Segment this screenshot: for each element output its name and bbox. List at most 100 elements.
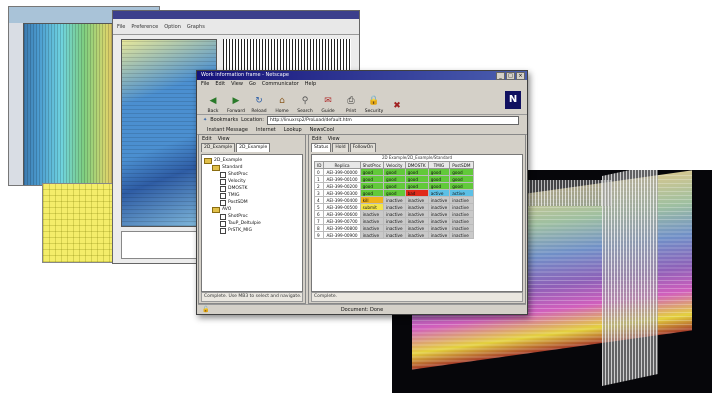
print-button[interactable]: ⎙ Print: [341, 90, 361, 114]
status-cell[interactable]: good: [383, 175, 406, 183]
url-input[interactable]: http://linuxrsp2/ProLoad/default.htm: [266, 115, 519, 125]
tree-node-shotproc[interactable]: ShotProc: [204, 171, 300, 178]
status-cell[interactable]: good: [404, 182, 429, 190]
status-cell[interactable]: inactive: [359, 210, 385, 218]
status-cell[interactable]: inactive: [359, 224, 385, 232]
menu-communicator[interactable]: Communicator: [262, 81, 299, 87]
menu-view[interactable]: View: [231, 81, 243, 87]
status-cell[interactable]: good: [449, 168, 474, 176]
maximize-button[interactable]: □: [506, 72, 515, 80]
tab-followon[interactable]: FollowOn: [349, 143, 377, 152]
status-cell[interactable]: inactive: [427, 210, 451, 218]
status-cell[interactable]: inactive: [427, 217, 451, 225]
status-cell[interactable]: inactive: [383, 196, 406, 204]
status-cell[interactable]: inactive: [449, 217, 474, 225]
status-cell[interactable]: good: [427, 168, 451, 176]
status-cell[interactable]: submit: [359, 203, 385, 211]
menu-edit[interactable]: Edit: [215, 81, 225, 87]
minimize-button[interactable]: _: [496, 72, 505, 80]
status-cell[interactable]: inactive: [359, 217, 385, 225]
table-row[interactable]: 2 AEI-399-00200 good good good good good: [313, 182, 474, 190]
tree-node-taup-deltulpie[interactable]: TauP_Deltulpie: [204, 220, 300, 227]
bookmarks-button[interactable]: Bookmarks: [210, 117, 238, 123]
status-cell[interactable]: inactive: [404, 217, 429, 225]
tree-node-2d-example[interactable]: 2D_Example: [204, 157, 300, 164]
status-cell[interactable]: good: [383, 168, 406, 176]
table-row[interactable]: 6 AEI-399-00600 inactive inactive inactive in…: [313, 210, 474, 218]
seismic-menu-item[interactable]: File: [117, 24, 125, 30]
guide-button[interactable]: ✉ Guide: [318, 90, 338, 114]
status-cell[interactable]: good: [359, 189, 385, 197]
status-cell[interactable]: inactive: [404, 196, 429, 204]
menu-go[interactable]: Go: [249, 81, 256, 87]
status-cell[interactable]: good: [383, 182, 406, 190]
status-cell[interactable]: good: [427, 182, 451, 190]
tab-status[interactable]: Status: [311, 143, 332, 152]
status-cell[interactable]: inactive: [404, 203, 429, 211]
tree-node-standard[interactable]: Standard: [204, 164, 300, 171]
table-row[interactable]: 5 AEI-399-00500 submit inactive inactive inac…: [313, 203, 474, 211]
seismic-menu-item[interactable]: Graphs: [187, 24, 205, 30]
stop-button[interactable]: ✖: [387, 90, 407, 114]
status-cell[interactable]: good: [359, 182, 385, 190]
tree-node-velocity[interactable]: Velocity: [204, 178, 300, 185]
status-cell[interactable]: good: [427, 175, 451, 183]
table-row[interactable]: 4 AEI-399-00400 kill inactive inactive inacti…: [313, 196, 474, 204]
tab-2d-example-a[interactable]: 2D_Example: [201, 143, 236, 152]
table-row[interactable]: 3 AEI-399-00300 good good bad active active: [313, 189, 474, 197]
status-cell[interactable]: inactive: [427, 203, 451, 211]
status-cell[interactable]: inactive: [383, 217, 406, 225]
status-cell[interactable]: inactive: [427, 231, 451, 239]
status-cell[interactable]: inactive: [404, 224, 429, 232]
table-row[interactable]: 7 AEI-399-00700 inactive inactive inactive in…: [313, 217, 474, 225]
grid-menu-view[interactable]: View: [328, 136, 340, 142]
status-cell[interactable]: kill: [359, 196, 385, 204]
forward-button[interactable]: ▶ Forward: [226, 90, 246, 114]
column-header-postsdm[interactable]: PostSDM: [449, 161, 474, 169]
column-header-tmig[interactable]: TMIG: [427, 161, 451, 169]
status-cell[interactable]: inactive: [383, 224, 406, 232]
column-header-replica[interactable]: Replica: [323, 161, 361, 169]
table-row[interactable]: 8 AEI-399-00800 inactive inactive inactive in…: [313, 224, 474, 232]
status-cell[interactable]: inactive: [449, 210, 474, 218]
status-cell[interactable]: good: [449, 175, 474, 183]
quicklink-lookup[interactable]: Lookup: [284, 127, 302, 133]
tree-node-postsdm[interactable]: PostSDM: [204, 199, 300, 206]
seismic-menu-item[interactable]: Preference: [131, 24, 158, 30]
status-cell[interactable]: active: [427, 189, 451, 197]
status-cell[interactable]: good: [404, 175, 429, 183]
status-cell[interactable]: inactive: [427, 196, 451, 204]
quicklink-internet[interactable]: Internet: [256, 127, 276, 133]
quicklink-instant-message[interactable]: Instant Message: [207, 127, 248, 133]
table-row[interactable]: 0 AEI-399-00000 good good good good good: [313, 168, 474, 176]
status-cell[interactable]: inactive: [427, 224, 451, 232]
status-cell[interactable]: inactive: [383, 210, 406, 218]
status-cell[interactable]: inactive: [404, 210, 429, 218]
seismic-menu-item[interactable]: Option: [164, 24, 181, 30]
tree-menu-edit[interactable]: Edit: [202, 136, 212, 142]
tree-node-tmig[interactable]: TMIG: [204, 192, 300, 199]
menu-file[interactable]: File: [201, 81, 209, 87]
status-cell[interactable]: active: [449, 189, 474, 197]
status-cell[interactable]: good: [404, 168, 429, 176]
security-button[interactable]: 🔒 Security: [364, 90, 384, 114]
status-cell[interactable]: inactive: [359, 231, 385, 239]
status-cell[interactable]: bad: [404, 189, 429, 197]
tree-menu-view[interactable]: View: [218, 136, 230, 142]
tree-node-avo[interactable]: AVO: [204, 206, 300, 213]
tree-node-prstk-mig[interactable]: PrSTK_MIG: [204, 227, 300, 234]
tree-node-dmostk[interactable]: DMOSTK: [204, 185, 300, 192]
status-cell[interactable]: good: [359, 168, 385, 176]
status-cell[interactable]: good: [449, 182, 474, 190]
column-header-shotproc[interactable]: ShotProc: [359, 161, 385, 169]
table-row[interactable]: 1 AEI-399-00100 good good good good good: [313, 175, 474, 183]
table-row[interactable]: 9 AEI-399-00900 inactive inactive inactive in…: [313, 231, 474, 239]
status-cell[interactable]: inactive: [383, 231, 406, 239]
status-cell[interactable]: inactive: [404, 231, 429, 239]
search-button[interactable]: ⚲ Search: [295, 90, 315, 114]
status-cell[interactable]: inactive: [383, 203, 406, 211]
status-cell[interactable]: inactive: [449, 224, 474, 232]
tab-2d-example-b[interactable]: 2D_Example: [236, 143, 271, 152]
reload-button[interactable]: ↻ Reload: [249, 90, 269, 114]
status-cell[interactable]: good: [383, 189, 406, 197]
